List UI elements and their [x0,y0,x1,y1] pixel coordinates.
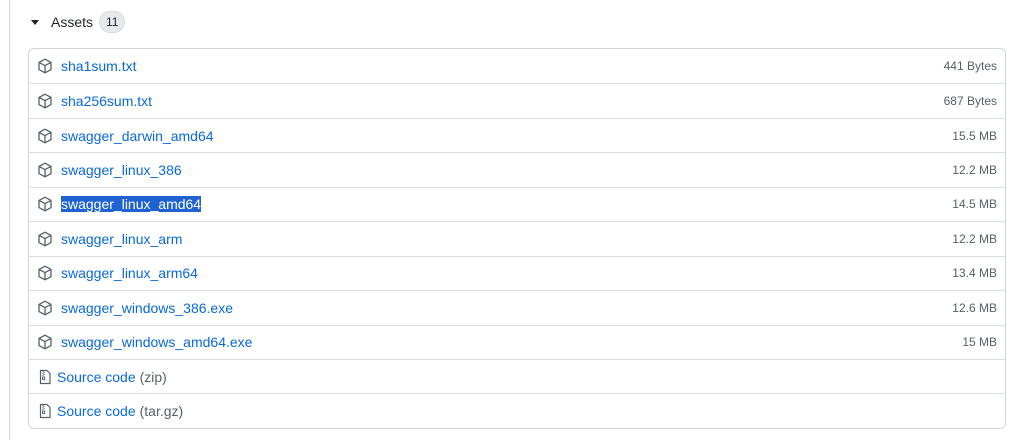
asset-size: 12.2 MB [952,163,997,178]
assets-count-badge: 11 [99,11,126,33]
package-icon [38,334,52,350]
package-icon [38,265,52,281]
release-assets-panel: Assets 11 sha1sum.txt 441 Bytes sha256su… [9,0,1036,440]
asset-link-swagger-linux-amd64[interactable]: swagger_linux_amd64 [61,196,202,213]
asset-size: 12.2 MB [952,231,997,246]
asset-link-swagger-darwin-amd64[interactable]: swagger_darwin_amd64 [61,128,214,144]
assets-toggle[interactable]: Assets 11 [31,11,126,33]
asset-size: 12.6 MB [952,300,997,315]
asset-size: 687 Bytes [943,94,997,109]
asset-row: swagger_linux_arm 12.2 MB [29,221,1005,255]
source-row: Source code (zip) [29,358,1005,393]
asset-row: swagger_linux_386 12.2 MB [29,152,1005,186]
asset-row: swagger_windows_amd64.exe 15 MB [29,324,1005,359]
package-icon [38,128,52,144]
asset-link-swagger-windows-386[interactable]: swagger_windows_386.exe [61,300,233,316]
asset-link-sha1sum[interactable]: sha1sum.txt [61,58,136,74]
source-row: Source code (tar.gz) [29,393,1005,427]
asset-size: 15 MB [962,335,997,350]
source-code-zip-link[interactable]: Source code [57,369,136,385]
asset-row: sha1sum.txt 441 Bytes [29,49,1005,83]
package-icon [38,197,52,212]
asset-row: swagger_darwin_amd64 15.5 MB [29,117,1005,152]
asset-row: sha256sum.txt 687 Bytes [29,83,1005,117]
package-icon [38,231,52,247]
triangle-down-icon[interactable] [31,19,39,25]
asset-row: swagger_linux_amd64 14.5 MB [29,186,1005,221]
file-zip-icon [39,403,51,419]
asset-size: 15.5 MB [952,128,997,143]
assets-list: sha1sum.txt 441 Bytes sha256sum.txt 687 … [28,48,1006,429]
package-icon [38,300,52,316]
package-icon [38,93,52,109]
package-icon [38,162,52,178]
asset-size: 13.4 MB [952,266,997,281]
package-icon [38,58,52,74]
asset-link-swagger-linux-386[interactable]: swagger_linux_386 [61,162,182,178]
source-code-targz-link[interactable]: Source code [57,403,136,419]
source-type-zip: (zip) [139,368,167,385]
asset-link-swagger-windows-amd64[interactable]: swagger_windows_amd64.exe [61,334,252,350]
asset-link-swagger-linux-arm64[interactable]: swagger_linux_arm64 [61,265,198,281]
assets-title: Assets [51,14,94,30]
asset-row: swagger_linux_arm64 13.4 MB [29,255,1005,290]
asset-link-swagger-linux-arm[interactable]: swagger_linux_arm [61,231,182,247]
asset-size: 14.5 MB [952,197,997,212]
asset-row: swagger_windows_386.exe 12.6 MB [29,290,1005,324]
asset-size: 441 Bytes [943,59,997,74]
file-zip-icon [39,369,51,384]
asset-link-sha256sum[interactable]: sha256sum.txt [61,93,152,109]
source-type-targz: (tar.gz) [139,403,184,420]
